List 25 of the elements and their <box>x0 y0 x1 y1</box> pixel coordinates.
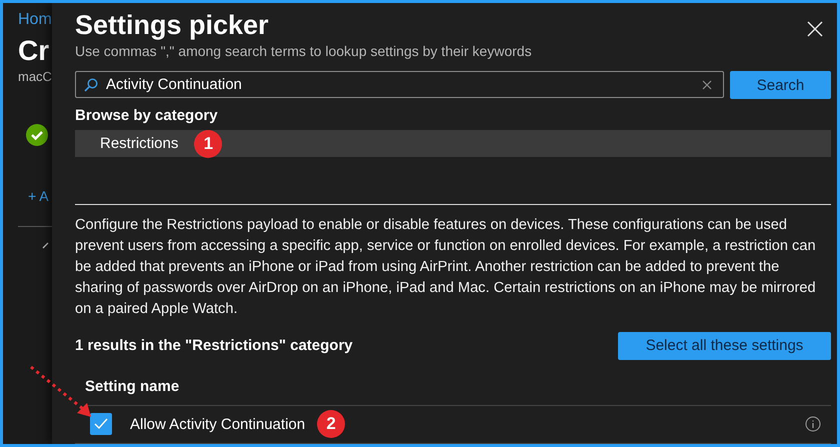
step-badge: 2 <box>317 410 346 438</box>
clear-icon[interactable] <box>702 80 712 90</box>
info-icon[interactable] <box>805 416 821 432</box>
close-icon[interactable] <box>807 21 823 37</box>
search-hint: Use commas "," among search terms to lookup settings by their keywords <box>75 43 533 59</box>
results-summary: 1 results in the "Restrictions" category <box>75 337 353 354</box>
section-heading: Browse by category <box>75 107 219 124</box>
add-link[interactable]: + A <box>28 188 52 204</box>
success-check-icon <box>26 124 48 146</box>
dialog-title: Settings picker <box>75 10 269 41</box>
search-field[interactable]: Activity Continuation <box>75 71 724 98</box>
search-icon <box>84 78 98 92</box>
category-description: Configure the Restrictions payload to enable or disable features on devices. These configurations can be used prevent users from accessing a specific app, service or function on enrolled devices. For example, a restriction can be added that prevents an iPhone or iPad from using AirPrint. Another restriction can be added to prevent the sharing of passwords over AirDrop on an iPhone, iPad and Mac. Certain restrictions on an iPhone may be mirrored on a paired Apple Watch. <box>75 216 817 319</box>
search-button[interactable]: Search <box>730 71 831 99</box>
step-badge: 1 <box>194 130 222 158</box>
check-icon <box>94 418 108 430</box>
column-header: Setting name <box>85 378 831 406</box>
page-subtitle: macC <box>18 69 52 84</box>
page-title: Cr <box>18 35 50 67</box>
checkbox[interactable] <box>90 413 112 436</box>
category-label: Restrictions <box>100 135 178 152</box>
category-item[interactable]: Restrictions 1 <box>75 130 831 157</box>
select-all-button[interactable]: Select all these settings <box>618 332 831 360</box>
setting-name: Allow Activity Continuation <box>130 416 306 433</box>
breadcrumb-link[interactable]: Hom <box>18 11 52 29</box>
